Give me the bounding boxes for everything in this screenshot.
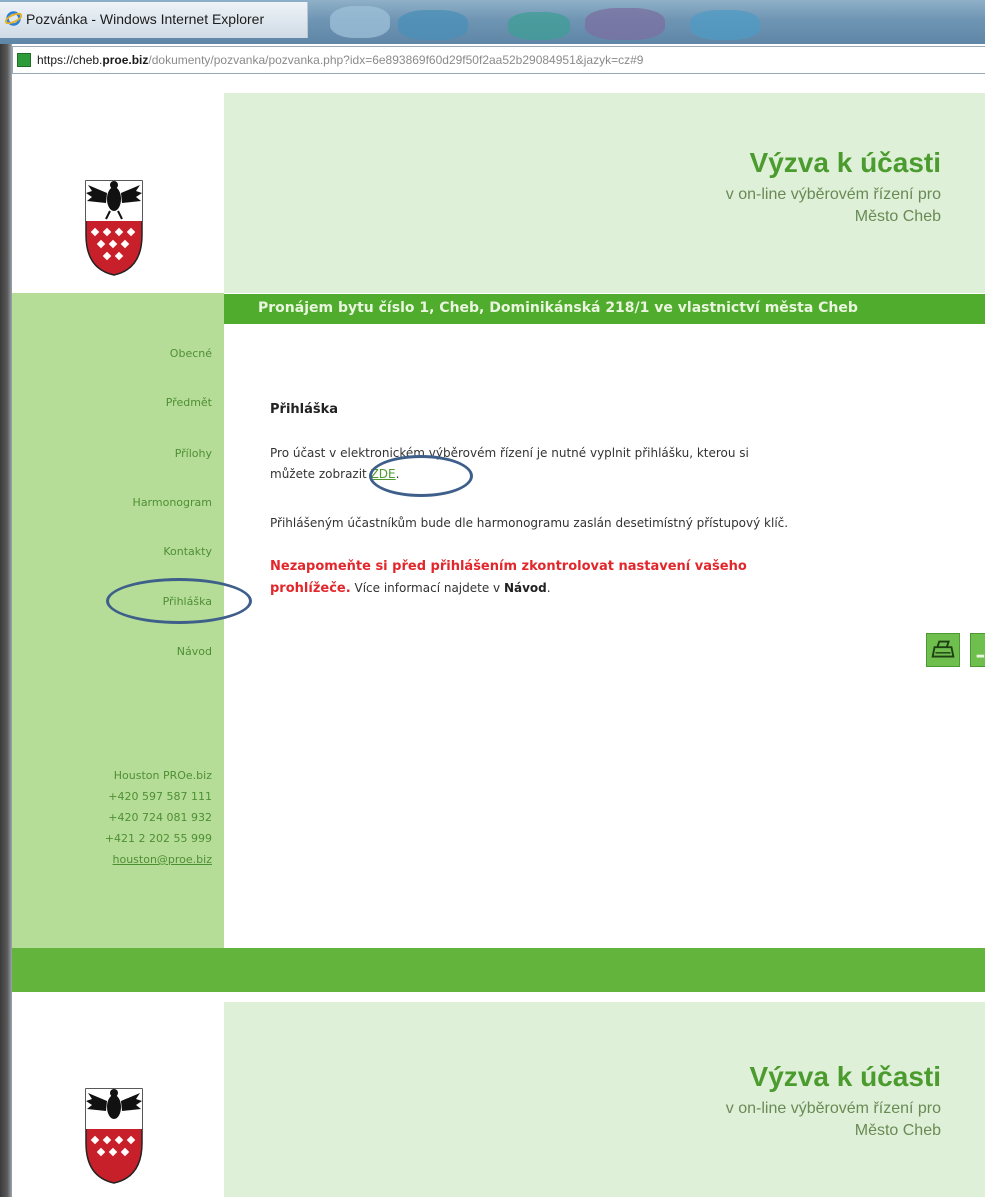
window-frame-left: [0, 44, 12, 1197]
tender-title: Pronájem bytu číslo 1, Cheb, Dominikánsk…: [258, 300, 858, 316]
window-titlebar: Pozvánka - Windows Internet Explorer: [0, 0, 985, 44]
window-title: Pozvánka - Windows Internet Explorer: [26, 11, 265, 27]
contact-phone-3: +421 2 202 55 999: [104, 832, 212, 845]
title-area: Pozvánka - Windows Internet Explorer: [0, 2, 308, 38]
contact-phone-1: +420 597 587 111: [108, 790, 212, 803]
warning-line2-red: prohlížeče.: [270, 581, 351, 596]
url-domain: proe.biz: [102, 53, 149, 67]
contact-name: Houston PROe.biz: [113, 769, 212, 782]
nav-item-kontakty[interactable]: Kontakty: [163, 545, 212, 558]
application-paragraph: Pro účast v elektronickém výběrovém říze…: [270, 443, 749, 485]
nav-item-navod[interactable]: Návod: [177, 645, 212, 658]
url-path: /dokumenty/pozvanka/pozvanka.php?idx=6e8…: [148, 53, 644, 67]
nav-item-prilohy[interactable]: Přílohy: [175, 447, 212, 460]
zde-link[interactable]: ZDE: [371, 467, 396, 481]
city-coat-of-arms-logo: [85, 1088, 143, 1184]
city-coat-of-arms-logo: [85, 180, 143, 276]
content-heading: Přihláška: [270, 402, 339, 417]
page-subtitle-line2-repeat: Město Cheb: [854, 1122, 941, 1139]
taskbar-preview: [330, 6, 390, 38]
nav-item-predmet[interactable]: Předmět: [166, 396, 212, 409]
nav-item-harmonogram[interactable]: Harmonogram: [133, 496, 212, 509]
contact-email-link[interactable]: houston@proe.biz: [105, 849, 213, 870]
browser-warning: Nezapomeňte si před přihlášením zkontrol…: [270, 556, 747, 600]
page-viewport: Výzva k účasti v on-line výběrovém řízen…: [12, 75, 985, 1197]
url-text[interactable]: https://cheb.proe.biz/dokumenty/pozvanka…: [37, 53, 643, 67]
tender-banner: Pronájem bytu číslo 1, Cheb, Dominikánsk…: [224, 294, 985, 324]
info-end: .: [546, 581, 551, 595]
paragraph-line2: můžete zobrazit ZDE.: [270, 464, 749, 485]
address-bar[interactable]: https://cheb.proe.biz/dokumenty/pozvanka…: [12, 46, 985, 74]
header-band: Výzva k účasti v on-line výběrovém řízen…: [224, 93, 985, 293]
navod-reference: Návod: [503, 581, 547, 595]
taskbar-preview: [585, 8, 665, 40]
warning-line2: prohlížeče. Více informací najdete v Náv…: [270, 578, 747, 600]
internet-explorer-icon: [5, 11, 22, 26]
header-band-repeat: Výzva k účasti v on-line výběrovém řízen…: [224, 1002, 985, 1197]
nav-item-prihlaska[interactable]: Přihláška: [163, 595, 212, 608]
contact-phone-2: +420 724 081 932: [108, 811, 212, 824]
print-button[interactable]: [926, 633, 960, 667]
footer-bar: [12, 948, 985, 992]
separator: [12, 992, 985, 1002]
contact-block: Houston PROe.biz +420 597 587 111 +420 7…: [105, 765, 212, 870]
content-heading-wrap: Přihláška: [270, 402, 338, 417]
access-key-paragraph: Přihlášeným účastníkům bude dle harmonog…: [270, 513, 788, 534]
paragraph-line1: Pro účast v elektronickém výběrovém říze…: [270, 446, 749, 460]
page-subtitle-line1: v on-line výběrovém řízení pro: [725, 186, 941, 203]
paragraph-line2-end: .: [395, 467, 400, 481]
save-button[interactable]: [970, 633, 985, 667]
page-title-repeat: Výzva k účasti: [749, 1061, 941, 1092]
page-subtitle-line1-repeat: v on-line výběrovém řízení pro: [725, 1100, 941, 1117]
page-subtitle-line2: Město Cheb: [854, 208, 941, 225]
paragraph-line2-text: můžete zobrazit: [270, 467, 371, 481]
warning-line1: Nezapomeňte si před přihlášením zkontrol…: [270, 559, 747, 574]
access-key-text: Přihlášeným účastníkům bude dle harmonog…: [270, 516, 789, 530]
print-icon: [931, 640, 955, 658]
page-title: Výzva k účasti: [749, 147, 941, 178]
taskbar-preview: [690, 10, 760, 40]
info-text: Více informací najdete v: [350, 581, 504, 595]
site-favicon-icon: [17, 53, 31, 67]
taskbar-preview: [398, 10, 468, 40]
nav-item-obecne[interactable]: Obecné: [170, 347, 212, 360]
url-prefix: https://cheb.: [37, 53, 103, 67]
taskbar-preview: [508, 12, 570, 40]
save-icon: [976, 654, 985, 658]
